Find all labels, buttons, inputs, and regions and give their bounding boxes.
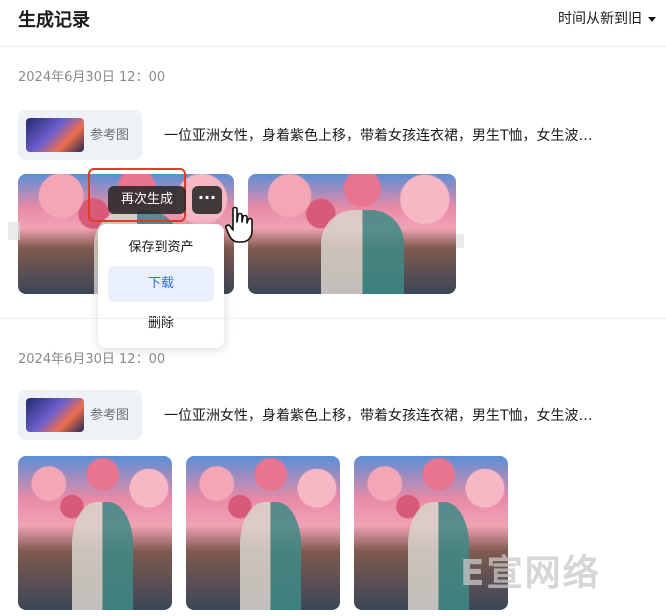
reference-thumbnail (26, 118, 84, 152)
header: 生成记录 时间从新到旧 (0, 0, 666, 47)
menu-item-delete[interactable]: 删除 (108, 306, 214, 342)
generated-image[interactable] (186, 456, 340, 610)
context-menu: 保存到资产 下载 删除 (98, 224, 224, 348)
blur-artifact (8, 222, 20, 240)
page-title: 生成记录 (18, 10, 90, 31)
sort-label: 时间从新到旧 (558, 11, 642, 27)
reference-thumbnail (26, 398, 84, 432)
prompt-text: 一位亚洲女性，身着紫色上移，带着女孩连衣裙，男生T恤，女生波… (164, 128, 593, 144)
image-people (71, 502, 134, 610)
menu-item-download[interactable]: 下载 (108, 266, 214, 302)
image-people (320, 210, 404, 294)
group-divider (0, 318, 666, 319)
generated-image[interactable] (248, 174, 456, 294)
hand-cursor-icon (225, 206, 253, 243)
generated-image[interactable] (18, 456, 172, 610)
caret-down-icon (648, 16, 656, 22)
reference-image-chip[interactable]: 参考图 (18, 110, 142, 160)
blur-artifact (456, 234, 464, 248)
more-options-button[interactable]: ··· (192, 186, 222, 214)
menu-item-save-to-assets[interactable]: 保存到资产 (108, 230, 214, 266)
prompt-text: 一位亚洲女性，身着紫色上移，带着女孩连衣裙，男生T恤，女生波… (164, 408, 593, 424)
reference-image-chip[interactable]: 参考图 (18, 390, 142, 440)
image-people (239, 502, 302, 610)
reference-label: 参考图 (90, 408, 130, 423)
regenerate-button[interactable]: 再次生成 (108, 186, 186, 214)
sort-dropdown[interactable]: 时间从新到旧 (558, 8, 656, 28)
watermark-logo: E宣网络 (460, 553, 601, 594)
group-date: 2024年6月30日 12：00 (18, 70, 166, 85)
reference-label: 参考图 (90, 128, 130, 143)
group-date: 2024年6月30日 12：00 (18, 352, 166, 367)
